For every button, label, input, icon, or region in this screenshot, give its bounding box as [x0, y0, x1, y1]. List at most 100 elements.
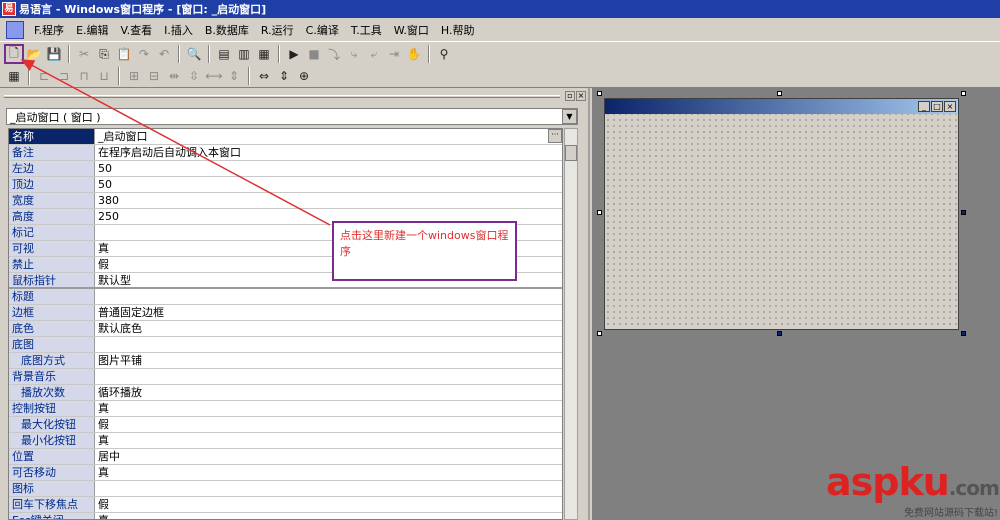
layout-1-icon[interactable]: ▤ — [214, 44, 234, 64]
property-row[interactable]: 播放次数 循环播放 — [9, 385, 562, 401]
cut-icon[interactable]: ✂ — [74, 44, 94, 64]
layout-2-icon[interactable]: ▥ — [234, 44, 254, 64]
pin-icon[interactable]: ▫ — [565, 91, 575, 101]
property-value[interactable]: 假 — [95, 497, 562, 512]
scrollbar-thumb[interactable] — [565, 145, 577, 161]
property-value[interactable]: _启动窗口 ··· — [95, 129, 562, 144]
resize-handle[interactable] — [961, 91, 966, 96]
property-value[interactable] — [95, 337, 562, 352]
step-3-icon[interactable]: ⤶ — [364, 44, 384, 64]
redo-icon[interactable]: ↷ — [134, 44, 154, 64]
property-row[interactable]: 底色 默认底色 — [9, 321, 562, 337]
undo-icon[interactable]: ↶ — [154, 44, 174, 64]
property-row[interactable]: 备注 在程序启动后自动调入本窗口 — [9, 145, 562, 161]
menu-help[interactable]: H.帮助 — [435, 22, 481, 38]
chevron-down-icon[interactable]: ▼ — [562, 109, 577, 124]
center-form-v-icon[interactable]: ⇕ — [274, 66, 294, 86]
property-row[interactable]: Esc键关闭真 — [9, 513, 562, 519]
property-row[interactable]: 顶边 50 — [9, 177, 562, 193]
same-width-icon[interactable]: ⟷ — [204, 66, 224, 86]
property-value[interactable]: 图片平铺 — [95, 353, 562, 368]
center-h-icon[interactable]: ⊞ — [124, 66, 144, 86]
property-value[interactable]: 循环播放 — [95, 385, 562, 400]
menu-run[interactable]: R.运行 — [255, 22, 300, 38]
property-row[interactable]: 宽度 380 — [9, 193, 562, 209]
property-value[interactable]: 在程序启动后自动调入本窗口 — [95, 145, 562, 160]
align-top-icon[interactable]: ⊓ — [74, 66, 94, 86]
property-row[interactable]: 位置 居中 — [9, 449, 562, 465]
menu-tools[interactable]: T.工具 — [345, 22, 388, 38]
resize-handle[interactable] — [597, 210, 602, 215]
property-value[interactable]: 真 — [95, 401, 562, 416]
resize-handle[interactable] — [961, 331, 966, 336]
same-height-icon[interactable]: ⇕ — [224, 66, 244, 86]
property-value[interactable]: 普通固定边框 — [95, 305, 562, 320]
space-h-icon[interactable]: ⇹ — [164, 66, 184, 86]
resize-handle[interactable] — [597, 331, 602, 336]
property-row[interactable]: 回车下移焦点假 — [9, 497, 562, 513]
design-form[interactable]: _ □ × — [604, 98, 959, 330]
align-bottom-icon[interactable]: ⊔ — [94, 66, 114, 86]
align-left-icon[interactable]: ⊏ — [34, 66, 54, 86]
property-row[interactable]: 标题 — [9, 289, 562, 305]
resize-handle[interactable] — [961, 210, 966, 215]
menu-database[interactable]: B.数据库 — [199, 22, 255, 38]
resize-handle[interactable] — [777, 331, 782, 336]
property-row[interactable]: 图标 — [9, 481, 562, 497]
property-value[interactable]: 真 — [95, 433, 562, 448]
step-1-icon[interactable]: ⤵ — [324, 44, 344, 64]
open-folder-icon[interactable]: 📂 — [24, 44, 44, 64]
grid-icon[interactable]: ▦ — [4, 66, 24, 86]
find-icon[interactable]: 🔍 — [184, 44, 204, 64]
menu-window[interactable]: W.窗口 — [388, 22, 435, 38]
property-value[interactable]: 居中 — [95, 449, 562, 464]
save-icon[interactable]: 💾 — [44, 44, 64, 64]
property-row[interactable]: 最大化按钮假 — [9, 417, 562, 433]
property-row[interactable]: 底图 — [9, 337, 562, 353]
layout-3-icon[interactable]: ▦ — [254, 44, 274, 64]
align-right-icon[interactable]: ⊐ — [54, 66, 74, 86]
run-icon[interactable]: ▶ — [284, 44, 304, 64]
binoculars-icon[interactable]: ⚲ — [434, 44, 454, 64]
resize-handle[interactable] — [597, 91, 602, 96]
step-2-icon[interactable]: ⤷ — [344, 44, 364, 64]
menu-compile[interactable]: C.编译 — [300, 22, 345, 38]
property-row[interactable]: 控制按钮真 — [9, 401, 562, 417]
paste-icon[interactable]: 📋 — [114, 44, 134, 64]
property-row[interactable]: 边框 普通固定边框 — [9, 305, 562, 321]
property-value[interactable]: 真 — [95, 513, 562, 519]
space-v-icon[interactable]: ⇳ — [184, 66, 204, 86]
menu-view[interactable]: V.查看 — [115, 22, 159, 38]
property-value[interactable]: 假 — [95, 417, 562, 432]
stop-icon[interactable]: ■ — [304, 44, 324, 64]
property-value[interactable] — [95, 369, 562, 384]
menu-edit[interactable]: E.编辑 — [70, 22, 114, 38]
property-row[interactable]: 底图方式 图片平铺 — [9, 353, 562, 369]
property-value[interactable]: 50 — [95, 177, 562, 192]
document-menu-icon[interactable] — [6, 20, 24, 39]
resize-handle[interactable] — [777, 91, 782, 96]
step-4-icon[interactable]: ⇥ — [384, 44, 404, 64]
new-file-icon[interactable]: 🗋 — [4, 44, 24, 64]
hand-icon[interactable]: ✋ — [404, 44, 424, 64]
property-row[interactable]: 最小化按钮真 — [9, 433, 562, 449]
property-row[interactable]: 名称 _启动窗口 ··· — [9, 129, 562, 145]
property-value[interactable] — [95, 481, 562, 496]
property-value[interactable]: 50 — [95, 161, 562, 176]
property-value[interactable] — [95, 289, 562, 304]
menu-insert[interactable]: I.插入 — [158, 22, 199, 38]
close-icon[interactable]: × — [576, 91, 586, 101]
property-row[interactable]: 可否移动真 — [9, 465, 562, 481]
property-row[interactable]: 背景音乐 — [9, 369, 562, 385]
center-form-icon[interactable]: ⊕ — [294, 66, 314, 86]
menu-program[interactable]: F.程序 — [28, 22, 70, 38]
copy-icon[interactable]: ⎘ — [94, 44, 114, 64]
panel-grip[interactable] — [4, 94, 560, 98]
object-selector[interactable]: _启动窗口 ( 窗口 ) ▼ — [6, 108, 578, 125]
property-value[interactable]: 真 — [95, 465, 562, 480]
center-v-icon[interactable]: ⊟ — [144, 66, 164, 86]
property-value[interactable]: 380 — [95, 193, 562, 208]
center-form-h-icon[interactable]: ⇔ — [254, 66, 274, 86]
property-row[interactable]: 左边 50 — [9, 161, 562, 177]
vertical-scrollbar[interactable] — [564, 128, 578, 520]
